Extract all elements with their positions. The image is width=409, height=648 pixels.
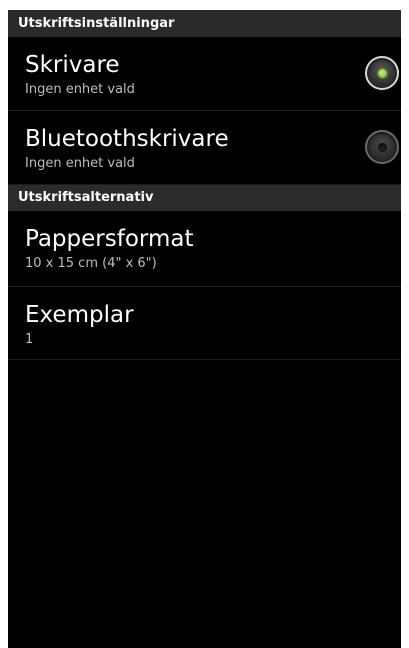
bluetooth-printer-subtitle: Ingen enhet vald [25, 156, 135, 171]
section-header-print-options: Utskriftsalternativ [8, 185, 401, 211]
bluetooth-printer-title: Bluetoothskrivare [25, 126, 229, 152]
section-header-print-settings: Utskriftsinställningar [8, 10, 401, 37]
printer-setting-item[interactable]: Skrivare Ingen enhet vald [8, 37, 401, 111]
paper-format-title: Pappersformat [25, 226, 194, 252]
print-settings-screen: Utskriftsinställningar Skrivare Ingen en… [8, 10, 401, 648]
printer-title: Skrivare [25, 52, 120, 78]
radio-dot [377, 142, 387, 152]
paper-format-value: 10 x 15 cm (4" x 6") [25, 256, 157, 271]
printer-subtitle: Ingen enhet vald [25, 82, 135, 97]
bluetooth-printer-setting-item[interactable]: Bluetoothskrivare Ingen enhet vald [8, 111, 401, 185]
radio-dot [377, 68, 387, 78]
copies-value: 1 [25, 332, 34, 347]
printer-radio-selected-icon[interactable] [365, 56, 399, 90]
paper-format-setting-item[interactable]: Pappersformat 10 x 15 cm (4" x 6") [8, 211, 401, 287]
bluetooth-printer-radio-unselected-icon[interactable] [365, 130, 399, 164]
copies-title: Exemplar [25, 302, 134, 328]
copies-setting-item[interactable]: Exemplar 1 [8, 287, 401, 360]
